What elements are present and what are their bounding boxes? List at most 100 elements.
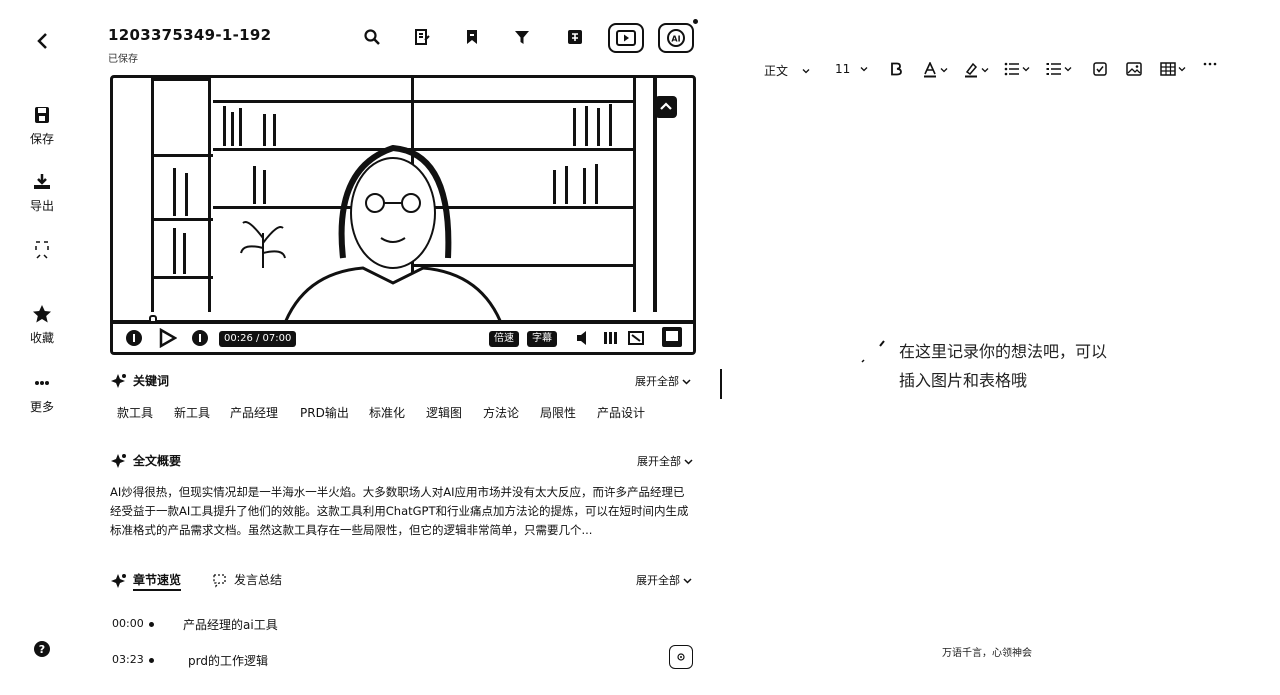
insert-table-button[interactable] (1160, 62, 1186, 76)
locate-button[interactable] (669, 645, 693, 669)
help-button[interactable]: ? (33, 640, 51, 658)
chapter-item[interactable]: 00:00 产品经理的ai工具 (112, 616, 532, 634)
image-icon (1126, 62, 1142, 76)
keyword-tag[interactable]: 新工具 (174, 404, 210, 421)
chevron-down-icon (683, 577, 692, 584)
keyword-tag[interactable]: 款工具 (117, 404, 153, 421)
highlighter-icon (965, 62, 978, 78)
chapter-item[interactable]: 03:23 prd的工作逻辑 (112, 652, 532, 670)
bold-button[interactable] (889, 62, 903, 76)
table-icon (1160, 62, 1176, 76)
keywords-expand-button[interactable]: 展开全部 (635, 373, 691, 389)
video-collapse-button[interactable] (655, 96, 677, 118)
export-label: 导出 (29, 199, 54, 213)
tab-chapters-label: 章节速览 (133, 571, 182, 591)
pencil-sparkle-icon (861, 340, 885, 363)
checkbox-icon (1093, 62, 1107, 76)
summary-expand-button[interactable]: 展开全部 (637, 453, 693, 469)
translate-button[interactable] (561, 23, 589, 51)
keyword-tag[interactable]: 产品经理 (230, 404, 278, 421)
chevron-down-icon (1022, 67, 1030, 72)
plant-decoration (240, 221, 286, 268)
bullet-list-button[interactable] (1004, 62, 1030, 76)
chapter-time: 03:23 (112, 653, 144, 666)
volume-icon[interactable] (575, 329, 593, 347)
summary-expand-label: 展开全部 (637, 455, 681, 468)
keyword-tag[interactable]: 方法论 (483, 404, 519, 421)
ai-assistant-button[interactable]: AI (658, 23, 694, 53)
export-button[interactable]: 导出 (14, 171, 70, 214)
chevron-down-icon (1064, 67, 1072, 72)
video-player[interactable]: 00:26 / 07:00 倍速 字幕 (110, 75, 696, 355)
back-button[interactable] (32, 30, 54, 52)
collect-button[interactable]: 收藏 (14, 303, 70, 346)
sparkle-icon (111, 453, 126, 468)
video-toggle-button[interactable] (608, 23, 644, 53)
save-icon (35, 107, 49, 123)
highlight-button[interactable] (963, 62, 989, 78)
document-edit-button[interactable] (408, 23, 436, 51)
font-color-icon (924, 62, 936, 78)
subtitle-button[interactable]: 字幕 (527, 331, 557, 347)
keyword-tag[interactable]: 产品设计 (597, 404, 645, 421)
numbered-list-button[interactable] (1046, 62, 1072, 76)
ai-assistant-icon: AI (667, 29, 685, 47)
checkbox-button[interactable] (1093, 62, 1107, 76)
collect-label: 收藏 (29, 331, 54, 345)
share-button[interactable] (14, 238, 70, 264)
sparkle-icon (111, 574, 126, 588)
star-icon (33, 305, 51, 323)
play-icon[interactable] (157, 328, 177, 348)
document-title: 1203375349-1-192 (108, 26, 272, 44)
download-icon (34, 174, 50, 189)
font-color-button[interactable] (922, 62, 948, 78)
chapters-expand-button[interactable]: 展开全部 (636, 572, 692, 588)
editor-placeholder-line: 插入图片和表格哦 (899, 371, 1028, 390)
tab-chapters[interactable]: 章节速览 (110, 571, 182, 591)
note-editor[interactable]: 在这里记录你的想法吧，可以 插入图片和表格哦 (899, 337, 1159, 395)
chapters-expand-label: 展开全部 (636, 574, 680, 587)
font-size-value: 11 (835, 62, 851, 76)
bold-icon (891, 62, 902, 76)
insert-image-button[interactable] (1126, 62, 1142, 76)
chapter-dot (149, 658, 154, 663)
text-style-select[interactable]: 正文 (764, 62, 810, 79)
save-button[interactable]: 保存 (14, 104, 70, 147)
keyword-tag[interactable]: 标准化 (369, 404, 405, 421)
keyword-tag[interactable]: 局限性 (540, 404, 576, 421)
chevron-down-icon (1178, 67, 1186, 72)
svg-text:?: ? (39, 643, 45, 656)
search-icon (364, 29, 380, 45)
panel-resize-handle[interactable] (720, 369, 722, 399)
bookmark-button[interactable] (458, 23, 486, 51)
video-time: 00:26 / 07:00 (219, 331, 297, 347)
keyword-tag[interactable]: PRD输出 (300, 404, 349, 421)
more-label: 更多 (29, 400, 54, 414)
chevron-down-icon (940, 68, 948, 73)
speech-bubble-icon (213, 573, 226, 588)
speed-button[interactable]: 倍速 (489, 331, 519, 347)
pip-icon[interactable] (627, 329, 645, 347)
font-size-select[interactable]: 11 (835, 62, 868, 76)
chapter-title: 产品经理的ai工具 (183, 618, 278, 632)
keywords-expand-label: 展开全部 (635, 375, 679, 388)
keywords-header: 关键词 (110, 372, 169, 389)
forward-icon[interactable] (191, 329, 209, 347)
keyword-tag[interactable]: 逻辑图 (426, 404, 462, 421)
document-edit-icon (415, 29, 430, 45)
fullscreen-icon[interactable] (661, 326, 683, 348)
sparkle-icon (111, 373, 126, 388)
help-icon: ? (34, 641, 50, 657)
settings-icon[interactable] (601, 329, 619, 347)
more-button[interactable]: 更多 (14, 372, 70, 415)
rewind-icon[interactable] (125, 329, 143, 347)
presenter-figure (281, 144, 505, 328)
search-button[interactable] (358, 23, 386, 51)
editor-more-button[interactable] (1203, 62, 1217, 66)
save-label: 保存 (29, 132, 54, 146)
chevron-left-icon (37, 33, 47, 49)
chevron-up-icon (660, 102, 672, 110)
translate-icon (568, 30, 582, 44)
filter-button[interactable] (508, 23, 536, 51)
tab-speaker-summary[interactable]: 发言总结 (211, 571, 282, 588)
